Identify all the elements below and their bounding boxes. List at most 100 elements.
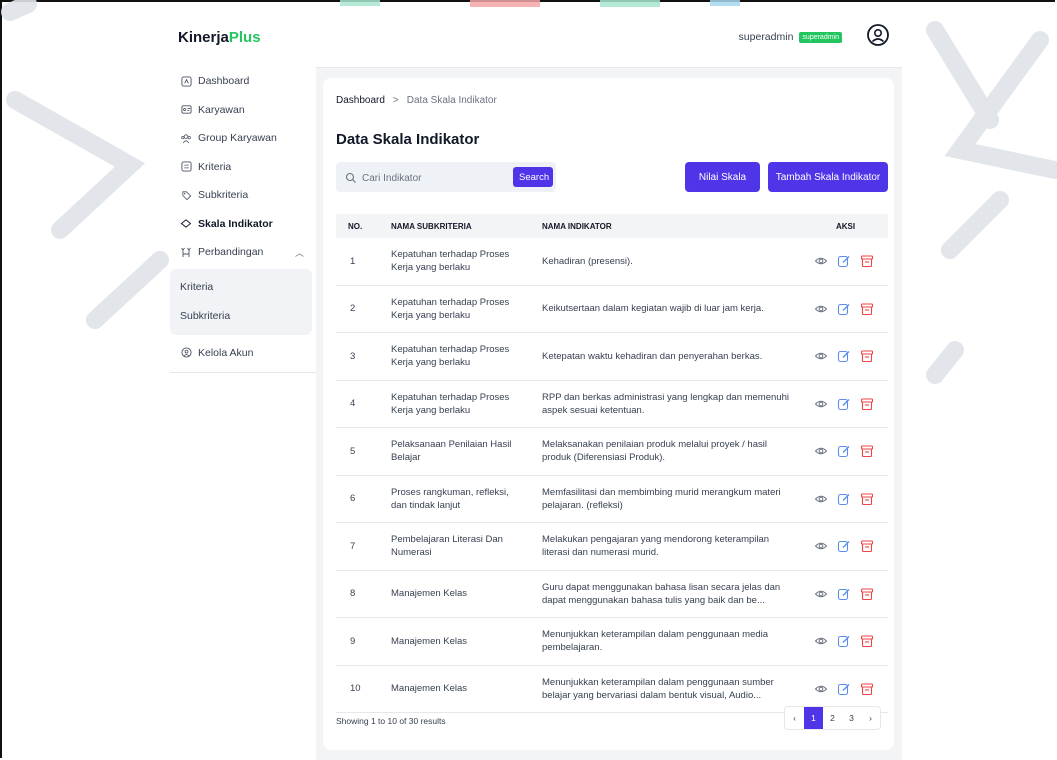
main-content: Dashboard > Data Skala Indikator Data Skal… — [316, 68, 902, 760]
group-icon — [180, 132, 192, 144]
cell-subkriteria: Kepatuhan terhadap Proses Kerja yang ber… — [391, 249, 510, 274]
sidebar-item-label: Dashboard — [198, 75, 250, 88]
edit-icon[interactable] — [837, 587, 851, 601]
table-row: 3 Kepatuhan terhadap Proses Kerja yang be… — [336, 333, 888, 381]
table-row: 4 Kepatuhan terhadap Proses Kerja yang be… — [336, 381, 888, 428]
edit-icon[interactable] — [837, 302, 851, 316]
breadcrumb-separator: > — [392, 95, 399, 106]
nilai-skala-button[interactable]: Nilai Skala — [685, 162, 760, 192]
edit-icon[interactable] — [837, 539, 851, 553]
edit-icon[interactable] — [837, 682, 851, 696]
sidebar-item-label: Group Karyawan — [198, 132, 277, 145]
cell-subkriteria: Proses rangkuman, refleksi, dan tindak l… — [391, 486, 509, 511]
cell-subkriteria: Manajemen Kelas — [391, 683, 468, 695]
cell-no: 7 — [350, 540, 356, 552]
pagination-page-button[interactable]: 1 — [804, 707, 823, 729]
sidebar-item-label: Skala Indikator — [198, 217, 273, 230]
compare-icon — [180, 246, 192, 258]
edit-icon[interactable] — [837, 349, 851, 363]
sidebar-item-label: Subkriteria — [198, 189, 249, 202]
view-icon[interactable] — [814, 302, 828, 316]
app-logo[interactable]: KinerjaPlus — [178, 29, 261, 46]
pagination-page-button[interactable]: 2 — [823, 707, 842, 729]
view-icon[interactable] — [814, 682, 828, 696]
view-icon[interactable] — [814, 444, 828, 458]
sidebar-item-kelola-akun[interactable]: Kelola Akun — [170, 339, 316, 368]
submenu-item-kriteria[interactable]: Kriteria — [170, 273, 312, 302]
pagination-prev-button[interactable]: ‹ — [785, 707, 804, 729]
delete-icon[interactable] — [860, 254, 874, 268]
edit-icon[interactable] — [837, 444, 851, 458]
cell-subkriteria: Kepatuhan terhadap Proses Kerja yang ber… — [391, 296, 510, 321]
sidebar-item-label: Perbandingan — [198, 246, 264, 259]
dashboard-icon — [180, 75, 192, 87]
delete-icon[interactable] — [860, 682, 874, 696]
cell-no: 5 — [350, 445, 356, 457]
edit-icon[interactable] — [837, 397, 851, 411]
cell-subkriteria: Kepatuhan terhadap Proses Kerja yang ber… — [391, 391, 510, 416]
perbandingan-submenu: Kriteria Subkriteria — [170, 268, 312, 335]
view-icon[interactable] — [814, 397, 828, 411]
sidebar-item-kriteria[interactable]: Kriteria — [170, 153, 316, 182]
submenu-item-label: Subkriteria — [180, 310, 231, 322]
id-card-icon — [180, 104, 192, 116]
edit-icon[interactable] — [837, 634, 851, 648]
table-header: NO. NAMA SUBKRITERIA NAMA INDIKATOR AKSI — [336, 214, 888, 238]
sidebar-item-label: Karyawan — [198, 103, 245, 116]
view-icon[interactable] — [814, 587, 828, 601]
tambah-skala-indikator-button[interactable]: Tambah Skala Indikator — [768, 162, 888, 192]
delete-icon[interactable] — [860, 349, 874, 363]
delete-icon[interactable] — [860, 397, 874, 411]
sidebar-item-dashboard[interactable]: Dashboard — [170, 67, 316, 96]
app-window: KinerjaPlus Dashboard Karyawan Group Kar… — [170, 7, 902, 760]
cell-subkriteria: Manajemen Kelas — [391, 588, 468, 600]
pagination-next-button[interactable]: › — [861, 707, 880, 729]
cell-indikator: Melaksanakan penilaian produk melalui pr… — [542, 439, 767, 464]
edit-icon[interactable] — [837, 492, 851, 506]
table-row: 5 Pelaksanaan Penilaian Hasil Belajar Mela… — [336, 428, 888, 476]
sidebar-item-perbandingan[interactable]: Perbandingan ︿ — [170, 238, 316, 267]
delete-icon[interactable] — [860, 539, 874, 553]
row-actions — [814, 682, 874, 696]
delete-icon[interactable] — [860, 587, 874, 601]
username: superadmin — [738, 31, 794, 43]
view-icon[interactable] — [814, 634, 828, 648]
table-body: 1 Kepatuhan terhadap Proses Kerja yang be… — [336, 238, 888, 713]
cell-indikator: Guru dapat menggunakan bahasa lisan seca… — [542, 581, 781, 606]
sidebar-item-karyawan[interactable]: Karyawan — [170, 96, 316, 125]
breadcrumb-current: Data Skala Indikator — [406, 95, 497, 106]
row-actions — [814, 539, 874, 553]
account-icon — [180, 347, 192, 359]
submenu-item-label: Kriteria — [180, 281, 214, 293]
submenu-item-subkriteria[interactable]: Subkriteria — [170, 302, 312, 331]
view-icon[interactable] — [814, 349, 828, 363]
column-header-aksi: AKSI — [836, 222, 856, 231]
delete-icon[interactable] — [860, 444, 874, 458]
search-button[interactable]: Search — [513, 167, 553, 187]
delete-icon[interactable] — [860, 634, 874, 648]
chevron-up-icon[interactable]: ︿ — [295, 246, 304, 259]
search-bar: Search — [336, 162, 556, 192]
top-bar: superadmin superadmin — [316, 7, 902, 68]
cell-subkriteria: Pembelajaran Literasi Dan Numerasi — [391, 534, 503, 559]
delete-icon[interactable] — [860, 492, 874, 506]
pagination-page-button[interactable]: 3 — [842, 707, 861, 729]
column-header-no: NO. — [348, 222, 363, 231]
breadcrumb-home[interactable]: Dashboard — [336, 95, 385, 106]
row-actions — [814, 634, 874, 648]
delete-icon[interactable] — [860, 302, 874, 316]
search-input[interactable] — [360, 168, 504, 188]
sidebar-item-group-karyawan[interactable]: Group Karyawan — [170, 124, 316, 153]
edit-icon[interactable] — [837, 254, 851, 268]
view-icon[interactable] — [814, 254, 828, 268]
cell-indikator: Menunjukkan keterampilan dalam penggunaa… — [542, 676, 774, 701]
cell-no: 10 — [350, 683, 361, 695]
view-icon[interactable] — [814, 492, 828, 506]
cell-no: 9 — [350, 635, 356, 647]
sidebar-item-skala-indikator[interactable]: Skala Indikator — [170, 210, 316, 239]
cell-indikator: Ketepatan waktu kehadiran dan penyerahan… — [542, 350, 763, 362]
sidebar-item-subkriteria[interactable]: Subkriteria — [170, 181, 316, 210]
view-icon[interactable] — [814, 539, 828, 553]
row-actions — [814, 302, 874, 316]
user-avatar-icon[interactable] — [866, 23, 890, 47]
